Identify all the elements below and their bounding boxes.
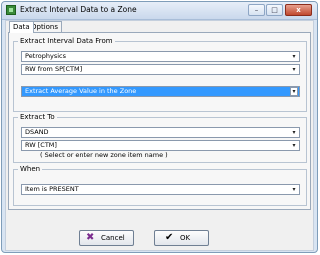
close-button[interactable]: x [285,4,312,16]
when-group: When Item is PRESENT ▾ [13,165,307,206]
curve-value: RW from SP[CTM] [25,65,83,73]
cancel-button[interactable]: ✖ Cancel [79,230,134,246]
extract-from-group: Extract Interval Data From Petrophysics … [13,37,307,112]
x-icon: ✖ [86,232,95,243]
curve-combo[interactable]: RW from SP[CTM] ▾ [21,64,300,75]
chevron-down-icon[interactable]: ▾ [290,53,298,60]
ok-button[interactable]: ✔ OK [154,230,209,246]
maximize-button[interactable]: □ [266,4,283,16]
tab-data[interactable]: Data [9,21,34,33]
dialog-client: Data Options Extract Interval Data From … [5,20,314,251]
zone-item-hint: ( Select or enter new zone item name ) [40,151,168,159]
zone-item-value: RW [CTM] [25,141,57,149]
data-tab-panel: Extract Interval Data From Petrophysics … [8,32,311,210]
window-title: Extract Interval Data to a Zone [20,5,137,14]
source-value: Petrophysics [25,52,66,60]
dialog-window: Extract Interval Data to a Zone – □ x Da… [1,1,318,253]
chevron-down-icon[interactable]: ▾ [290,129,298,136]
check-icon: ✔ [165,232,174,243]
chevron-down-icon[interactable]: ▾ [290,186,298,193]
app-icon [6,5,16,15]
extract-from-title: Extract Interval Data From [18,37,115,45]
zone-value: DSAND [25,128,49,136]
when-title: When [18,165,43,173]
title-bar[interactable]: Extract Interval Data to a Zone – □ x [2,2,317,20]
source-combo[interactable]: Petrophysics ▾ [21,51,300,62]
chevron-down-icon[interactable]: ▾ [290,142,298,149]
cancel-label: Cancel [101,234,125,242]
chevron-down-icon[interactable]: ▾ [290,66,298,73]
method-value: Extract Average Value in the Zone [25,87,137,95]
zone-item-combo[interactable]: RW [CTM] ▾ [21,140,300,151]
extract-to-group: Extract To DSAND ▾ RW [CTM] ▾ ( Select o… [13,113,307,163]
method-combo[interactable]: Extract Average Value in the Zone ▾ [21,86,300,97]
chevron-down-icon[interactable]: ▾ [290,87,298,96]
minimize-button[interactable]: – [248,4,265,16]
extract-to-title: Extract To [18,113,57,121]
zone-combo[interactable]: DSAND ▾ [21,127,300,138]
condition-value: Item is PRESENT [25,185,79,193]
ok-label: OK [180,234,191,242]
condition-combo[interactable]: Item is PRESENT ▾ [21,184,300,195]
